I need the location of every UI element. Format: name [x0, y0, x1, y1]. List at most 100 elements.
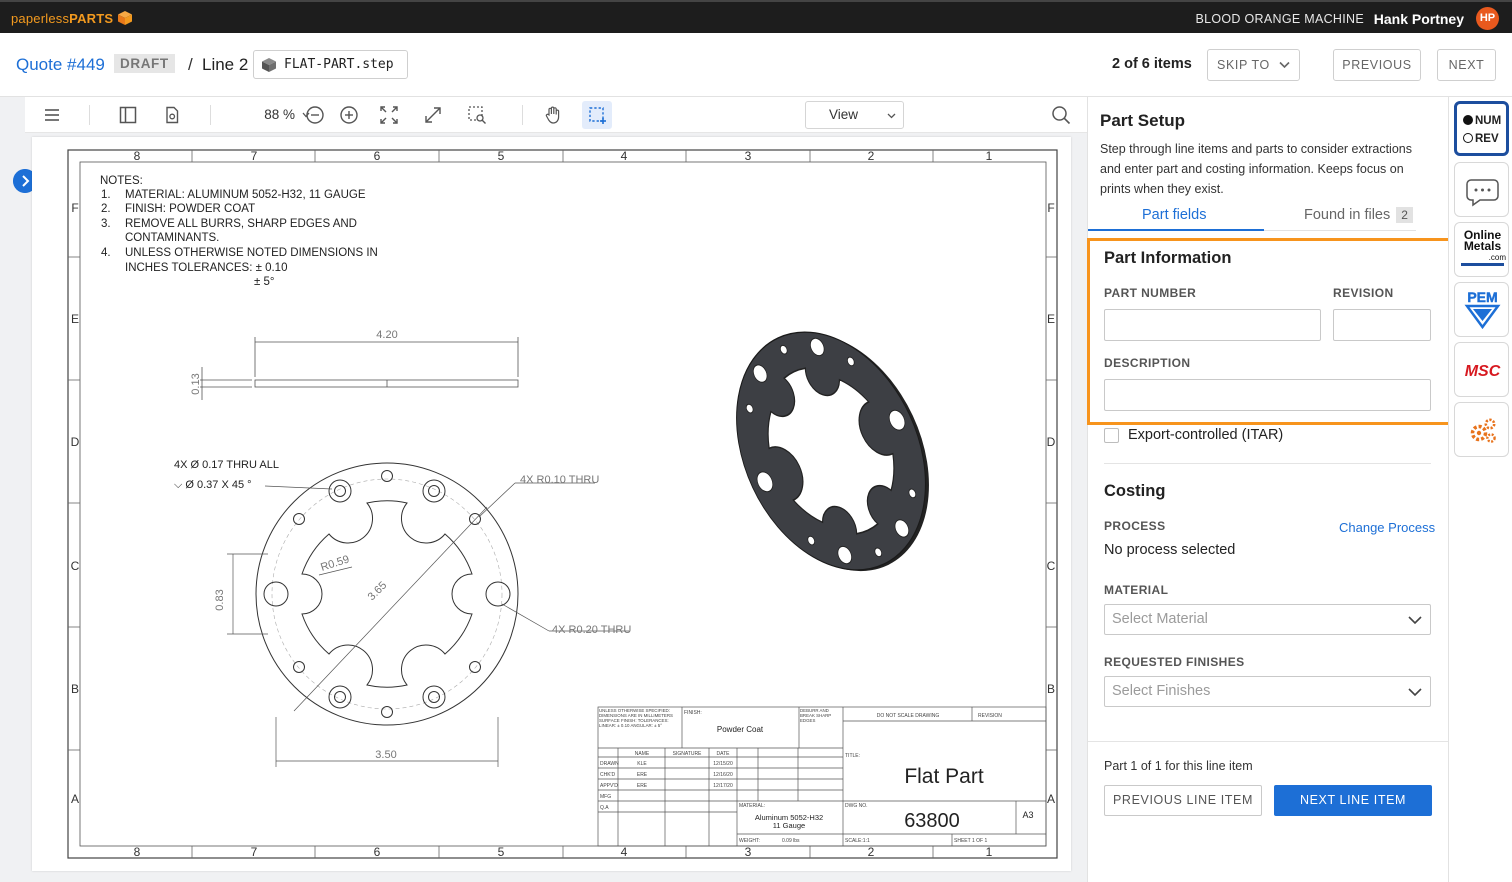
pan-hand-icon[interactable]	[538, 101, 568, 129]
previous-button[interactable]: PREVIOUS	[1333, 49, 1421, 81]
dim-length: 4.20	[376, 329, 397, 341]
chevron-down-icon	[1408, 616, 1422, 625]
itar-checkbox[interactable]	[1104, 428, 1119, 443]
chat-bubble-icon	[1466, 179, 1499, 207]
note-number: 2.	[101, 203, 111, 215]
dwg-label: DWG NO.	[845, 803, 868, 809]
integrations-settings-button[interactable]	[1454, 402, 1509, 457]
change-process-link[interactable]: Change Process	[1339, 520, 1435, 535]
zone-number: 7	[251, 845, 258, 859]
num-option: NUM	[1463, 115, 1501, 127]
online-metals-button[interactable]: Online Metals .com	[1454, 222, 1509, 277]
role-label: Q.A	[600, 805, 609, 811]
hole-callout: ⌵ Ø 0.37 X 45 °	[174, 479, 252, 491]
role-label: CHK'D	[600, 772, 616, 778]
notes-heading: NOTES:	[100, 175, 143, 187]
tab-found-in-files[interactable]: Found in files 2	[1304, 207, 1413, 223]
active-tab-indicator	[1088, 229, 1264, 231]
fit-page-icon[interactable]	[374, 101, 404, 129]
zone-number: 8	[134, 149, 141, 163]
next-line-item-button[interactable]: NEXT LINE ITEM	[1274, 785, 1432, 816]
material-label: MATERIAL:	[739, 803, 765, 809]
finishes-select[interactable]: Select Finishes	[1104, 676, 1431, 707]
date-header: DATE	[717, 751, 731, 757]
document-viewer: 88 % View 8 7 6 5 4 3 2 1 8 7 6 5 4 3 2 …	[0, 97, 1087, 882]
search-icon[interactable]	[1046, 101, 1076, 129]
itar-label[interactable]: Export-controlled (ITAR)	[1128, 427, 1283, 443]
file-chip[interactable]: FLAT-PART.step	[253, 50, 408, 79]
role-label: APPV'D	[600, 783, 618, 789]
zone-number: 4	[621, 845, 628, 859]
part-count: Part 1 of 1 for this line item	[1104, 759, 1253, 773]
tab-divider	[1264, 230, 1416, 231]
menu-icon[interactable]	[37, 101, 67, 129]
note-text: FINISH: POWDER COAT	[125, 203, 255, 215]
note-text: UNLESS OTHERWISE NOTED DIMENSIONS IN	[125, 247, 378, 259]
msc-button[interactable]: MSC	[1454, 342, 1509, 397]
dim-radius-small: 4X R0.10 THRU	[520, 474, 599, 486]
part-number-input[interactable]	[1104, 309, 1321, 341]
user-name[interactable]: Hank Portney	[1374, 11, 1464, 27]
msc-logo-text: MSC	[1465, 363, 1501, 380]
material-value: 11 Gauge	[773, 821, 805, 830]
finishes-placeholder: Select Finishes	[1112, 683, 1211, 699]
company-name: BLOOD ORANGE MACHINE	[1195, 12, 1364, 26]
zone-number: 2	[868, 845, 875, 859]
zone-letter: C	[71, 559, 80, 573]
quote-link[interactable]: Quote #449	[16, 55, 105, 75]
zone-letter: E	[1047, 312, 1055, 326]
chevron-down-icon	[1279, 61, 1290, 69]
zoom-level: 88 %	[264, 107, 295, 122]
process-label: PROCESS	[1104, 519, 1166, 533]
note-text: ± 5°	[254, 276, 275, 288]
skip-to-button[interactable]: SKIP TO	[1207, 49, 1300, 81]
zoom-area-icon[interactable]	[462, 101, 492, 129]
row-name: ERE	[637, 772, 648, 778]
chevron-down-icon	[887, 113, 896, 119]
zoom-out-icon[interactable]	[300, 101, 330, 129]
breadcrumb-separator: /	[188, 55, 193, 74]
material-select[interactable]: Select Material	[1104, 604, 1431, 635]
expand-icon[interactable]	[418, 101, 448, 129]
brand-logo[interactable]: paperlessPARTS	[11, 11, 113, 26]
tab-part-fields[interactable]: Part fields	[1142, 207, 1206, 223]
next-button[interactable]: NEXT	[1437, 49, 1496, 81]
online-metals-bar	[1461, 263, 1504, 266]
description-input[interactable]	[1104, 379, 1431, 411]
status-badge: DRAFT	[114, 54, 175, 73]
sidebar-toggle-icon[interactable]	[113, 101, 143, 129]
previous-line-item-button[interactable]: PREVIOUS LINE ITEM	[1104, 785, 1262, 816]
pem-logo-icon: PEM	[1464, 289, 1501, 330]
pem-button[interactable]: PEM	[1454, 282, 1509, 337]
zone-number: 3	[745, 845, 752, 859]
revision-label: REVISION	[978, 713, 1002, 719]
user-avatar[interactable]: HP	[1476, 7, 1499, 30]
online-metals-text: Metals	[1463, 239, 1502, 253]
title-label: TITLE:	[845, 753, 860, 759]
drawing-notes: NOTES: 1. MATERIAL: ALUMINUM 5052-H32, 11…	[100, 175, 378, 288]
pem-logo-text: PEM	[1467, 289, 1497, 305]
part-information-title: Part Information	[1104, 249, 1232, 267]
zone-letter: F	[71, 201, 78, 215]
zoom-in-icon[interactable]	[334, 101, 364, 129]
row-date: 12/16/20	[713, 772, 733, 778]
costing-title: Costing	[1104, 482, 1166, 500]
tab-found-in-files-label: Found in files	[1304, 207, 1391, 223]
toolbar-divider	[522, 105, 523, 125]
select-area-icon[interactable]	[582, 101, 612, 129]
zone-letter: B	[1047, 682, 1055, 696]
revision-input[interactable]	[1333, 309, 1431, 341]
zone-number: 2	[868, 149, 875, 163]
comments-button[interactable]	[1454, 162, 1509, 217]
chevron-down-icon	[1408, 688, 1422, 697]
zone-number: 7	[251, 149, 258, 163]
view-select[interactable]: View	[805, 101, 904, 129]
zone-letter: A	[71, 792, 79, 806]
zone-number: 8	[134, 845, 141, 859]
document-settings-icon[interactable]	[157, 101, 187, 129]
num-label: NUM	[1475, 115, 1502, 127]
file-name: FLAT-PART.step	[284, 57, 394, 72]
part-number-label: PART NUMBER	[1104, 286, 1197, 300]
num-rev-button[interactable]: NUM REV	[1454, 101, 1509, 156]
no-scale-note: DO NOT SCALE DRAWING	[877, 713, 940, 719]
